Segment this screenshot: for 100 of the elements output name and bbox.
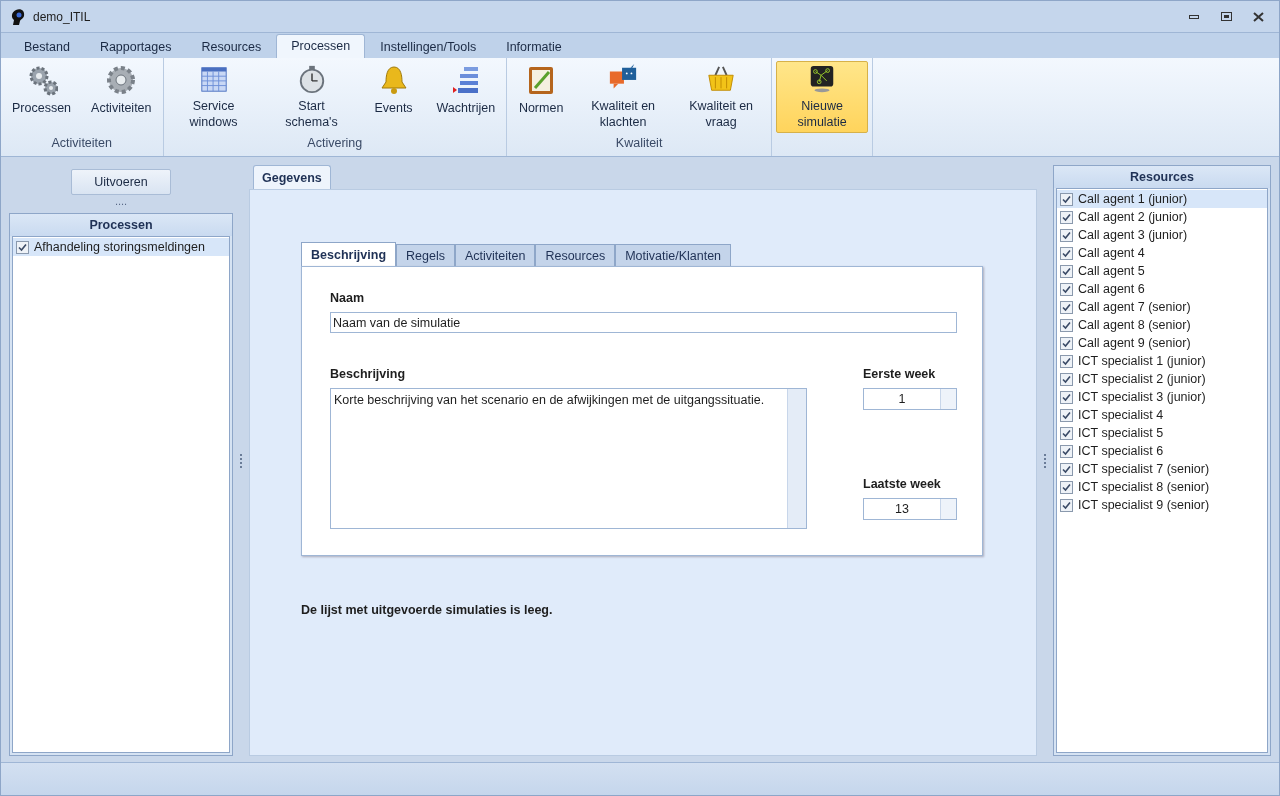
item-label: ICT specialist 7 (senior) [1078,462,1210,476]
dots-handle[interactable]: .... [114,195,128,207]
list-item[interactable]: ICT specialist 6 [1057,442,1267,460]
checkbox[interactable] [1060,354,1073,368]
menu-tab[interactable]: Rapportages [84,35,187,58]
item-label: Call agent 6 [1078,282,1145,296]
ribbon-button[interactable]: Start schema's [265,61,358,133]
ribbon-button[interactable]: Processen [5,61,79,133]
menu-tab[interactable]: Resources [186,35,277,58]
spin-field[interactable]: 1 [863,388,957,410]
item-label: Call agent 8 (senior) [1078,318,1191,332]
list-item[interactable]: ICT specialist 7 (senior) [1057,460,1267,478]
menu-tab[interactable]: Informatie [491,35,577,58]
checkbox[interactable] [1060,282,1073,296]
list-item[interactable]: ICT specialist 5 [1057,424,1267,442]
ribbon-button[interactable]: Activiteiten [84,61,159,133]
document-tab[interactable]: Gegevens [253,165,331,189]
panel-title: Resources [1130,170,1194,184]
menu-tab[interactable]: Instellingen/Tools [365,35,492,58]
item-label: ICT specialist 5 [1078,426,1164,440]
checkbox[interactable] [1060,336,1073,350]
item-label: ICT specialist 4 [1078,408,1164,422]
ribbon-button[interactable]: Kwaliteit en vraag [675,61,768,133]
checkbox[interactable] [1060,372,1073,386]
ribbon-button[interactable]: Events [363,61,424,133]
description-field[interactable]: Korte beschrijving van het scenario en de afwijkingen met de uitgangssituatie. [330,388,807,529]
list-item[interactable]: Call agent 2 (junior) [1057,208,1267,226]
app-logo-icon [9,7,27,26]
checkbox[interactable] [1060,444,1073,458]
list-item[interactable]: Afhandeling storingsmeldingen [13,238,229,256]
list-item[interactable]: Call agent 1 (junior) [1057,190,1267,208]
checkbox[interactable] [1060,318,1073,332]
item-label: Call agent 9 (senior) [1078,336,1191,350]
menu-tab[interactable]: Bestand [9,35,85,58]
list-item[interactable]: Call agent 4 [1057,244,1267,262]
item-label: ICT specialist 3 (junior) [1078,390,1206,404]
menu-tab[interactable]: Processen [276,34,366,58]
list-item[interactable]: Call agent 3 (junior) [1057,226,1267,244]
form-tab[interactable]: Motivatie/Klanten [615,244,732,266]
list-item[interactable]: Call agent 6 [1057,280,1267,298]
item-label: ICT specialist 2 (junior) [1078,372,1206,386]
list-item[interactable]: ICT specialist 1 (junior) [1057,352,1267,370]
checkbox[interactable] [1060,264,1073,278]
ribbon-button[interactable]: Kwaliteit en klachten [577,61,670,133]
list-item[interactable]: ICT specialist 3 (junior) [1057,388,1267,406]
list-item[interactable]: Call agent 5 [1057,262,1267,280]
item-label: Afhandeling storingsmeldingen [34,240,205,254]
ribbon-button[interactable]: Wachtrijen [429,61,503,133]
checkbox[interactable] [1060,390,1073,404]
list-item[interactable]: Call agent 7 (senior) [1057,298,1267,316]
list-item[interactable]: ICT specialist 2 (junior) [1057,370,1267,388]
spin-field[interactable]: 13 [863,498,957,520]
checkbox[interactable] [1060,300,1073,314]
checkbox[interactable] [1060,426,1073,440]
close-icon [1252,11,1264,22]
window-title: demo_ITIL [33,9,92,24]
gear-icon [105,64,138,96]
list-item[interactable]: ICT specialist 4 [1057,406,1267,424]
group-label: Activering [307,136,363,150]
item-label: Call agent 1 (junior) [1078,192,1188,206]
item-label: ICT specialist 9 (senior) [1078,498,1210,512]
ribbon-button[interactable]: Service windows [167,61,260,133]
checkbox[interactable] [16,240,29,254]
item-label: Call agent 4 [1078,246,1145,260]
item-label: ICT specialist 8 (senior) [1078,480,1210,494]
checkbox[interactable] [1060,462,1073,476]
empty-message: De lijst met uitgevoerde simulaties is leeg. [301,603,554,617]
item-label: ICT specialist 1 (junior) [1078,354,1206,368]
checkbox[interactable] [1060,480,1073,494]
checkbox[interactable] [1060,228,1073,242]
field-label: Naam [330,291,366,307]
form-tab[interactable]: Resources [535,244,616,266]
group-label: Kwaliteit [615,136,663,150]
checkbox[interactable] [1060,210,1073,224]
ribbon-button[interactable]: Nieuwe simulatie [776,61,869,133]
field-label: Beschrijving [330,367,407,383]
item-label: Call agent 2 (junior) [1078,210,1188,224]
checkbox[interactable] [1060,408,1073,422]
checkbox[interactable] [1060,498,1073,512]
checkbox[interactable] [1060,246,1073,260]
list-item[interactable]: Call agent 8 (senior) [1057,316,1267,334]
group-label: Activiteiten [51,136,112,150]
list-item[interactable]: ICT specialist 9 (senior) [1057,496,1267,514]
field-label: Eerste week [863,367,937,383]
ribbon-button[interactable]: Normen [511,61,572,133]
run-button[interactable]: Uitvoeren [71,169,171,195]
list-item[interactable]: ICT specialist 8 (senior) [1057,478,1267,496]
item-label: Call agent 5 [1078,264,1145,278]
field-label: Laatste week [863,477,942,493]
panel-title: Processen [89,218,153,232]
item-label: ICT specialist 6 [1078,444,1164,458]
form-tab[interactable]: Activiteiten [454,244,536,266]
item-label: Call agent 7 (senior) [1078,300,1191,314]
form-tab[interactable]: Beschrijving [301,242,397,266]
checkbox[interactable] [1060,192,1073,206]
form-tab[interactable]: Regels [396,244,455,266]
minimize-icon [1189,13,1199,20]
name-field[interactable]: Naam van de simulatie [330,312,957,333]
item-label: Call agent 3 (junior) [1078,228,1188,242]
list-item[interactable]: Call agent 9 (senior) [1057,334,1267,352]
